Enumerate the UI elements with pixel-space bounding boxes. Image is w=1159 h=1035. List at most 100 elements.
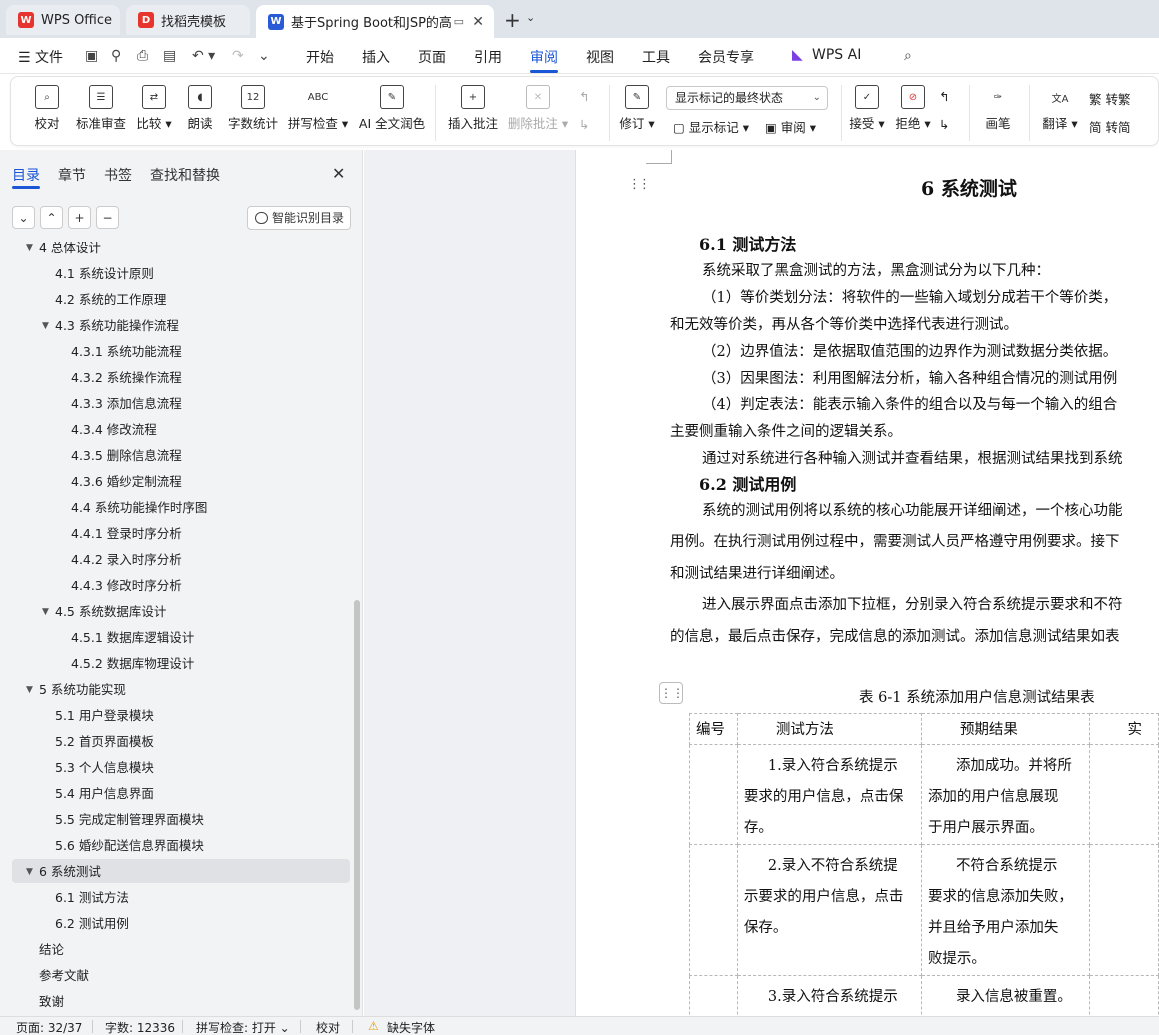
next-change-icon[interactable]: ↳ (939, 117, 949, 132)
toc-item[interactable]: 结论 (0, 938, 350, 962)
toc-item[interactable]: 5.4 用户信息界面 (0, 782, 350, 806)
to-simplified-button[interactable]: 简 转简 (1089, 117, 1131, 136)
read-aloud-button[interactable]: ◖ 朗读 (185, 85, 215, 132)
search-icon[interactable]: ⌕ (904, 48, 912, 64)
tab-chapters[interactable]: 章节 (58, 165, 86, 185)
menu-review[interactable]: 审阅 (530, 47, 558, 67)
toc-item[interactable]: 6.2 测试用例 (0, 912, 350, 936)
translate-button[interactable]: 文A 翻译 ▾ (1041, 85, 1079, 132)
chevron-down-icon[interactable]: ⌄ (526, 11, 535, 24)
more-chevron-icon[interactable]: ⌄ (258, 48, 270, 64)
markup-mode-select[interactable]: 显示标记的最终状态 ⌄ (666, 86, 828, 110)
next-comment-icon[interactable]: ↳ (579, 117, 589, 132)
undo-icon[interactable]: ↶ ▾ (192, 48, 215, 64)
tab-document[interactable]: W 基于Spring Boot和JSP的高级 ▭ ✕ (256, 5, 494, 38)
show-markup-button[interactable]: ▢ 显示标记 ▾ (673, 117, 749, 136)
tab-wps-office[interactable]: W WPS Office (6, 5, 120, 35)
word-count-button[interactable]: 12 字数统计 (227, 85, 279, 132)
toc-item[interactable]: 4.3.4 修改流程 (0, 418, 350, 442)
table-drag-handle-icon[interactable]: ⋮⋮ (659, 682, 684, 704)
proofread-button[interactable]: ⌕ 校对 (31, 85, 63, 132)
toc-item[interactable]: ▼ 4 总体设计 (0, 242, 350, 260)
tab-find-replace[interactable]: 查找和替换 (150, 165, 220, 185)
toc-item[interactable]: 4.2 系统的工作原理 (0, 288, 350, 312)
toc-item[interactable]: 4.4.1 登录时序分析 (0, 522, 350, 546)
ink-button[interactable]: ✑ 画笔 (983, 85, 1013, 132)
save-icon[interactable]: ▣ (85, 48, 98, 64)
toc-item[interactable]: 4.4 系统功能操作时序图 (0, 496, 350, 520)
review-pane-button[interactable]: ▣ 审阅 ▾ (765, 117, 816, 136)
toc-item[interactable]: 6.1 测试方法 (0, 886, 350, 910)
tab-bookmarks[interactable]: 书签 (104, 165, 132, 185)
spell-check-indicator[interactable]: 拼写检查: 打开 ⌄ (196, 1019, 290, 1035)
toc-item[interactable]: 致谢 (0, 990, 350, 1014)
toc-item[interactable]: 4.4.2 录入时序分析 (0, 548, 350, 572)
revise-button[interactable]: ✎ 修订 ▾ (619, 85, 655, 132)
toc-item[interactable]: 5.5 完成定制管理界面模块 (0, 808, 350, 832)
tab-docer-templates[interactable]: D 找稻壳模板 (126, 5, 250, 35)
delete-comment-button[interactable]: ✕ 删除批注 ▾ (507, 85, 569, 132)
toc-item[interactable]: 4.5.2 数据库物理设计 (0, 652, 350, 676)
insert-comment-button[interactable]: + 插入批注 (447, 85, 499, 132)
toc-item[interactable]: 5.6 婚纱配送信息界面模块 (0, 834, 350, 858)
reject-button[interactable]: ⊘ 拒绝 ▾ (895, 85, 931, 132)
monitor-icon[interactable]: ▭ (454, 15, 464, 28)
document-page[interactable]: ⋮⋮ 6 系统测试 6.1 测试方法 系统采取了黑盒测试的方法，黑盒测试分为以下… (575, 150, 1159, 1016)
expand-triangle-icon[interactable]: ▼ (42, 314, 49, 338)
remove-heading-button[interactable]: − (96, 206, 119, 229)
close-icon[interactable]: ✕ (332, 164, 345, 183)
toc-item[interactable]: 5.3 个人信息模块 (0, 756, 350, 780)
standard-review-button[interactable]: ☰ 标准审查 (75, 85, 127, 132)
collapse-up-button[interactable]: ⌃ (40, 206, 63, 229)
toc-item[interactable]: 4.3.1 系统功能流程 (0, 340, 350, 364)
accept-button[interactable]: ✓ 接受 ▾ (849, 85, 885, 132)
expand-triangle-icon[interactable]: ▼ (26, 678, 33, 702)
menu-page[interactable]: 页面 (418, 47, 446, 67)
toc-item[interactable]: 5.1 用户登录模块 (0, 704, 350, 728)
expand-triangle-icon[interactable]: ▼ (26, 242, 33, 260)
toc-item[interactable]: 4.5.1 数据库逻辑设计 (0, 626, 350, 650)
toc-item[interactable]: ▼ 4.3 系统功能操作流程 (0, 314, 350, 338)
scrollbar[interactable] (354, 600, 360, 1010)
new-tab-icon[interactable]: + (504, 8, 521, 32)
expand-triangle-icon[interactable]: ▼ (42, 600, 49, 624)
toc-item[interactable]: 4.1 系统设计原则 (0, 262, 350, 286)
tab-toc[interactable]: 目录 (12, 165, 40, 185)
print-icon[interactable]: ⎙ (137, 48, 148, 64)
missing-font-indicator[interactable]: 缺失字体 (387, 1019, 435, 1035)
expand-triangle-icon[interactable]: ▼ (26, 860, 33, 884)
menu-insert[interactable]: 插入 (362, 47, 390, 67)
toc-item[interactable]: 4.3.6 婚纱定制流程 (0, 470, 350, 494)
prev-change-icon[interactable]: ↰ (939, 89, 949, 104)
to-traditional-button[interactable]: 繁 转繁 (1089, 89, 1131, 108)
smart-toc-button[interactable]: 智能识别目录 (247, 206, 351, 230)
drag-handle-icon[interactable]: ⋮⋮ (628, 177, 651, 192)
menu-tools[interactable]: 工具 (642, 47, 670, 67)
toc-item[interactable]: ▼ 6 系统测试 (0, 860, 350, 884)
toc-item[interactable]: 4.3.3 添加信息流程 (0, 392, 350, 416)
toc-item[interactable]: ▼ 4.5 系统数据库设计 (0, 600, 350, 624)
page-indicator[interactable]: 页面: 32/37 (16, 1019, 82, 1035)
toc-item[interactable]: 5.2 首页界面模板 (0, 730, 350, 754)
menu-reference[interactable]: 引用 (474, 47, 502, 67)
toc-item[interactable]: 参考文献 (0, 964, 350, 988)
toc-item[interactable]: ▼ 5 系统功能实现 (0, 678, 350, 702)
format-painter-icon[interactable]: ⚲ (111, 48, 121, 64)
print-preview-icon[interactable]: ▤ (163, 48, 176, 64)
redo-icon[interactable]: ↷ (232, 48, 244, 64)
proofread-indicator[interactable]: 校对 (316, 1019, 340, 1035)
add-heading-button[interactable]: + (68, 206, 91, 229)
menu-home[interactable]: 开始 (306, 47, 334, 67)
file-menu[interactable]: ☰ 文件 (18, 47, 63, 67)
toc-item[interactable]: 4.4.3 修改时序分析 (0, 574, 350, 598)
menu-view[interactable]: 视图 (586, 47, 614, 67)
close-tab-icon[interactable]: ✕ (472, 14, 484, 30)
ai-polish-button[interactable]: ✎ AI 全文润色 (357, 85, 427, 132)
word-count-indicator[interactable]: 字数: 12336 (105, 1019, 175, 1035)
toc-item[interactable]: 4.3.5 删除信息流程 (0, 444, 350, 468)
menu-member[interactable]: 会员专享 (698, 47, 754, 67)
collapse-down-button[interactable]: ⌄ (12, 206, 35, 229)
compare-button[interactable]: ⇄ 比较 ▾ (135, 85, 173, 132)
menu-wps-ai[interactable]: WPS AI (812, 47, 861, 63)
prev-comment-icon[interactable]: ↰ (579, 89, 589, 104)
